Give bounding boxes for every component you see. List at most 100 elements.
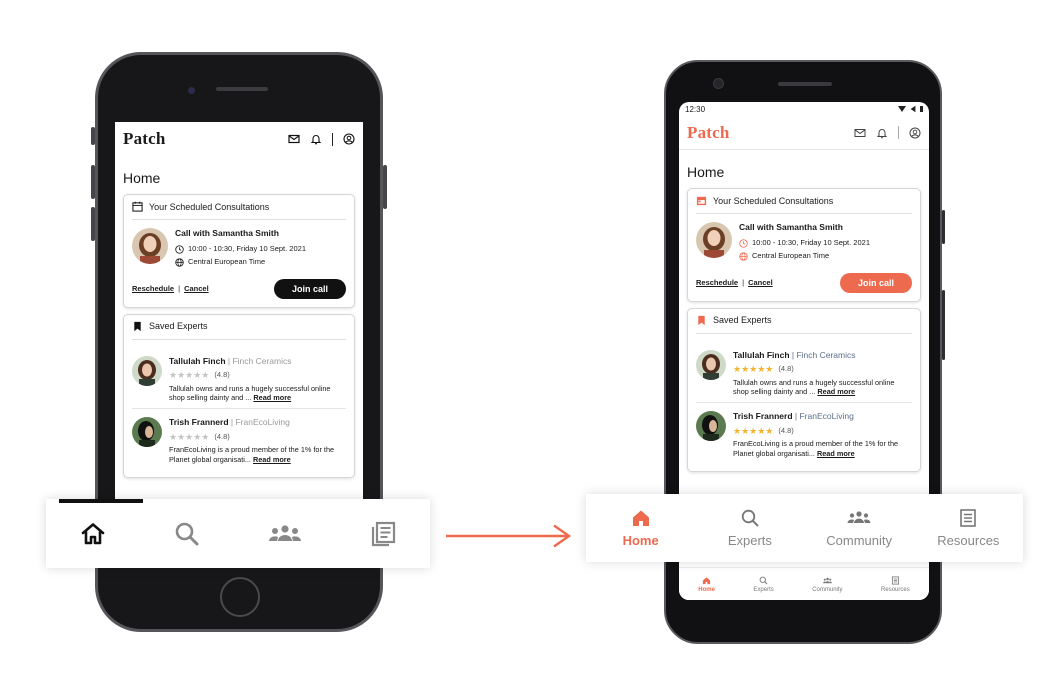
tab-label: Experts bbox=[753, 586, 774, 593]
status-bar: 12:30 bbox=[679, 102, 929, 116]
clock-icon bbox=[175, 244, 184, 254]
expert-item[interactable]: Tallulah Finch | Finch Ceramics ★★★★★ (4.… bbox=[696, 342, 912, 404]
expert-name[interactable]: Trish Frannerd bbox=[169, 417, 229, 427]
tab-resources[interactable] bbox=[369, 520, 397, 548]
brand-logo[interactable]: Patch bbox=[687, 123, 730, 143]
rating-stars: ★★★★★ (4.8) bbox=[733, 425, 794, 436]
avatar bbox=[132, 417, 162, 448]
read-more-link[interactable]: Read more bbox=[817, 449, 855, 458]
tab-community[interactable] bbox=[267, 520, 303, 548]
search-icon bbox=[741, 509, 759, 527]
expert-company: | FranEcoLiving bbox=[230, 417, 290, 428]
page-title: Home bbox=[123, 170, 161, 186]
expert-name[interactable]: Tallulah Finch bbox=[733, 350, 790, 360]
bookmark-icon bbox=[698, 315, 705, 325]
home-icon bbox=[702, 576, 711, 584]
status-time: 12:30 bbox=[685, 104, 706, 114]
tab-label: Experts bbox=[727, 533, 772, 548]
join-call-button[interactable]: Join call bbox=[839, 272, 912, 293]
tab-label: Resources bbox=[937, 533, 1000, 548]
calendar-icon bbox=[132, 201, 143, 212]
avatar bbox=[696, 411, 726, 442]
link-separator: | bbox=[742, 278, 745, 288]
profile-icon[interactable] bbox=[909, 127, 921, 139]
tab-home[interactable]: Home bbox=[698, 576, 715, 593]
volume-button bbox=[942, 210, 945, 244]
tab-experts[interactable]: Experts bbox=[753, 576, 774, 593]
page-title: Home bbox=[687, 164, 725, 180]
avatar bbox=[132, 228, 168, 264]
resources-icon bbox=[960, 509, 977, 527]
header-divider bbox=[898, 126, 899, 139]
resources-icon bbox=[891, 575, 899, 585]
avatar bbox=[696, 349, 726, 380]
call-timezone: Central European Time bbox=[752, 251, 830, 261]
read-more-link[interactable]: Read more bbox=[253, 393, 291, 402]
earpiece-speaker bbox=[216, 87, 268, 91]
home-hardware-button[interactable] bbox=[220, 577, 260, 617]
globe-icon bbox=[739, 252, 748, 261]
expert-item[interactable]: Trish Frannerd | FranEcoLiving ★★★★★ (4.8… bbox=[696, 403, 912, 463]
bookmark-icon bbox=[134, 321, 141, 331]
expert-name[interactable]: Tallulah Finch bbox=[169, 356, 226, 366]
tab-home[interactable]: Home bbox=[596, 508, 686, 548]
mail-icon[interactable] bbox=[288, 133, 300, 145]
tab-home[interactable] bbox=[79, 520, 107, 548]
consultations-card: Your Scheduled Consultations Call with S… bbox=[123, 194, 355, 308]
battery-icon bbox=[920, 106, 923, 112]
tab-experts[interactable]: Experts bbox=[705, 508, 795, 548]
clock-icon bbox=[739, 238, 748, 248]
reschedule-link[interactable]: Reschedule bbox=[696, 278, 738, 287]
profile-icon[interactable] bbox=[343, 133, 355, 145]
consultations-title: Your Scheduled Consultations bbox=[149, 201, 270, 212]
saved-experts-title: Saved Experts bbox=[149, 321, 208, 332]
active-tab-indicator bbox=[59, 499, 143, 503]
tab-resources[interactable]: Resources bbox=[923, 508, 1013, 548]
front-camera bbox=[713, 78, 724, 89]
search-icon bbox=[759, 576, 768, 584]
avatar bbox=[132, 355, 162, 386]
mail-icon[interactable] bbox=[854, 127, 866, 139]
tab-community[interactable]: Community bbox=[812, 576, 843, 593]
wifi-icon bbox=[898, 106, 906, 112]
tab-community[interactable]: Community bbox=[814, 508, 904, 548]
tab-bar-callout-after: Home Experts Community Resources bbox=[586, 494, 1023, 562]
tab-label: Resources bbox=[881, 586, 910, 593]
rating-stars: ★★★★★ (4.8) bbox=[169, 370, 230, 381]
rating-value: (4.8) bbox=[214, 431, 230, 441]
call-time: 10:00 - 10:30, Friday 10 Sept. 2021 bbox=[188, 243, 306, 253]
expert-item[interactable]: Trish Frannerd | FranEcoLiving ★★★★★ (4.8… bbox=[132, 409, 346, 469]
iphone-screen: Patch Home Your Scheduled Consultations … bbox=[115, 122, 363, 522]
volume-down-button bbox=[91, 207, 95, 241]
header-divider bbox=[332, 132, 333, 146]
call-time: 10:00 - 10:30, Friday 10 Sept. 2021 bbox=[752, 237, 870, 247]
read-more-link[interactable]: Read more bbox=[817, 387, 855, 396]
expert-description: Tallulah owns and runs a hugely successf… bbox=[733, 377, 895, 397]
bell-icon[interactable] bbox=[310, 133, 322, 145]
avatar bbox=[696, 222, 732, 258]
bottom-tab-bar: Home Experts Community Resources bbox=[679, 567, 929, 600]
reschedule-link[interactable]: Reschedule bbox=[132, 284, 174, 293]
saved-experts-title: Saved Experts bbox=[713, 315, 772, 326]
search-icon bbox=[175, 522, 199, 545]
call-title: Call with Samantha Smith bbox=[739, 222, 843, 232]
cancel-link[interactable]: Cancel bbox=[748, 278, 773, 287]
expert-name[interactable]: Trish Frannerd bbox=[733, 411, 793, 421]
join-call-button[interactable]: Join call bbox=[273, 278, 346, 299]
expert-description: FranEcoLiving is a proud member of the 1… bbox=[733, 438, 899, 458]
tab-resources[interactable]: Resources bbox=[881, 575, 910, 593]
community-icon bbox=[847, 511, 871, 523]
tab-label: Home bbox=[622, 533, 659, 548]
home-icon bbox=[81, 522, 105, 544]
rating-value: (4.8) bbox=[778, 364, 794, 374]
brand-logo[interactable]: Patch bbox=[123, 129, 166, 149]
community-icon bbox=[269, 524, 301, 541]
cancel-link[interactable]: Cancel bbox=[184, 284, 209, 293]
expert-description: FranEcoLiving is a proud member of the 1… bbox=[169, 444, 335, 464]
read-more-link[interactable]: Read more bbox=[253, 455, 291, 464]
tab-experts[interactable] bbox=[173, 520, 201, 548]
expert-item[interactable]: Tallulah Finch | Finch Ceramics ★★★★★ (4.… bbox=[132, 348, 346, 410]
expert-description: Tallulah owns and runs a hugely successf… bbox=[169, 383, 331, 403]
bell-icon[interactable] bbox=[876, 127, 888, 139]
expert-company: | Finch Ceramics bbox=[791, 349, 856, 360]
